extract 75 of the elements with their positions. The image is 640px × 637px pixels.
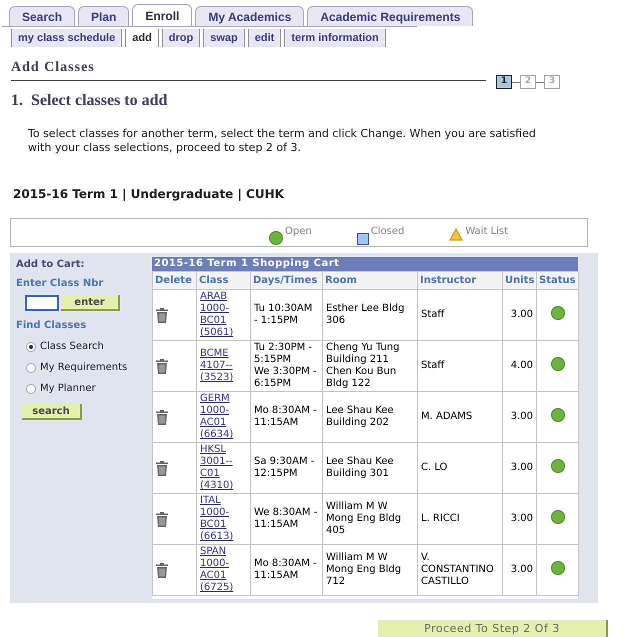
column-header: Units xyxy=(502,272,536,290)
trash-icon[interactable] xyxy=(156,410,168,424)
instructor-cell-text: V. CONSTANTINO CASTILLO xyxy=(421,552,495,588)
instructor-cell-text: Staff xyxy=(421,309,446,321)
instructions-text: To select classes for another term, select the term and click Change. When you are satisfied with your class selections, proceed to step 2 of 3. xyxy=(27,126,537,155)
column-header: Instructor xyxy=(418,272,502,290)
sub-tab[interactable]: add xyxy=(125,29,159,47)
instructor-cell-text: L. RICCI xyxy=(421,513,461,525)
trash-icon[interactable] xyxy=(156,308,168,322)
room-cell-text: Lee Shau Kee Building 301 xyxy=(326,456,395,480)
radio-label: Class Search xyxy=(40,340,104,354)
days-times-cell-text: Mo 8:30AM - 11:15AM xyxy=(254,405,318,429)
radio-label: My Requirements xyxy=(40,361,128,375)
add-to-cart-title: Add to Cart: xyxy=(16,258,86,272)
units-cell: 3.00 xyxy=(510,564,533,575)
step-indicator: 2 xyxy=(520,75,536,89)
step-indicator: 3 xyxy=(544,75,560,89)
column-header: Status xyxy=(536,272,578,290)
days-times-cell-text: We 8:30AM - 11:15AM xyxy=(254,507,318,531)
legend-label: Open xyxy=(285,225,312,239)
nav-tab[interactable]: Enroll xyxy=(132,4,192,26)
days-times-cell-text: Sa 9:30AM - 12:15PM xyxy=(254,456,316,480)
page-title: Add Classes xyxy=(11,59,96,77)
sub-tab[interactable]: my class schedule xyxy=(11,29,122,47)
room-cell-text: William M W Mong Eng Bldg 405 xyxy=(326,501,402,537)
trash-icon[interactable] xyxy=(156,460,168,476)
room-cell-text: Esther Lee Bldg 306 xyxy=(326,303,406,327)
room-cell-text: Lee Shau Kee Building 202 xyxy=(326,405,395,429)
nav-tab[interactable]: Search xyxy=(9,6,76,26)
step-indicator: 1 xyxy=(496,75,512,89)
sub-tab[interactable]: drop xyxy=(162,29,200,47)
nav-tab[interactable]: My Academics xyxy=(195,6,304,26)
trash-icon[interactable] xyxy=(156,562,168,578)
units-cell: 3.00 xyxy=(510,462,533,473)
units-cell: 3.00 xyxy=(510,309,533,320)
instructor-cell-text: C. LO xyxy=(421,462,448,474)
class-number-label: Enter Class Nbr xyxy=(16,277,104,291)
radio-button[interactable] xyxy=(26,384,36,394)
class-number-field[interactable] xyxy=(25,295,59,311)
sub-tab[interactable]: swap xyxy=(203,29,245,47)
days-times-cell-text: Tu 10:30AM - 1:15PM xyxy=(254,303,314,327)
nav-tab[interactable]: Plan xyxy=(78,6,130,26)
warning-triangle-icon xyxy=(449,228,464,241)
radio-label: My Planner xyxy=(40,382,96,396)
open-status-icon xyxy=(269,231,283,245)
term-label: 2015-16 Term 1 | Undergraduate | CUHK xyxy=(12,186,285,203)
units-cell: 3.00 xyxy=(510,513,533,524)
trash-icon[interactable] xyxy=(156,512,168,526)
days-times-cell-text: Mo 8:30AM - 11:15AM xyxy=(254,558,318,582)
search-button[interactable]: search xyxy=(22,404,82,420)
step-heading: 1. Select classes to add xyxy=(10,91,168,111)
nav-tab[interactable]: Academic Requirements xyxy=(307,6,474,26)
column-header: Delete xyxy=(152,272,196,290)
legend-label: Wait List xyxy=(465,225,508,239)
sub-tab[interactable]: term information xyxy=(284,29,386,47)
units-cell: 4.00 xyxy=(510,360,533,371)
proceed-button[interactable]: Proceed To Step 2 Of 3 xyxy=(378,620,608,637)
instructor-cell-text: Staff xyxy=(421,360,446,372)
units-cell: 3.00 xyxy=(510,411,533,422)
cart-title-bar: 2015-16 Term 1 Shopping Cart xyxy=(152,257,578,271)
instructor-cell-text: M. ADAMS xyxy=(421,411,474,423)
room-cell-text: William M W Mong Eng Bldg 712 xyxy=(326,552,402,588)
trash-icon[interactable] xyxy=(156,358,168,374)
sub-tab[interactable]: edit xyxy=(248,29,282,47)
find-classes-title: Find Classes xyxy=(16,319,88,333)
days-times-cell-text: Tu 2:30PM - 5:15PM We 3:30PM - 6:15PM xyxy=(254,342,318,390)
closed-status-icon xyxy=(356,233,369,245)
radio-button[interactable] xyxy=(26,342,36,352)
radio-button[interactable] xyxy=(26,362,36,372)
room-cell-text: Cheng Yu Tung Building 211 Chen Kou Bun Bldg 122 xyxy=(326,342,400,390)
column-header: Room xyxy=(322,272,418,290)
column-header: Days/Times xyxy=(250,272,322,290)
enter-button[interactable]: enter xyxy=(61,295,120,311)
column-header: Class xyxy=(196,272,250,290)
legend-label: Closed xyxy=(370,225,404,239)
